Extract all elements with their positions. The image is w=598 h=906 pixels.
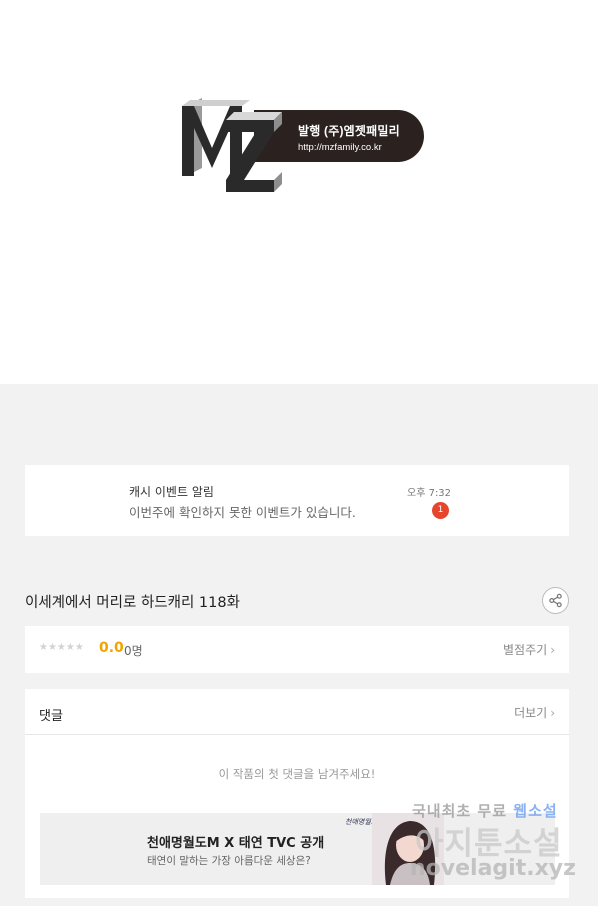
rating-card: ★★★★★ 0.0 0명 별점주기 › — [25, 626, 569, 673]
event-notice-card[interactable]: 캐시 이벤트 알림 오후 7:32 이번주에 확인하지 못한 이벤트가 있습니다… — [25, 465, 569, 536]
comments-more-label: 더보기 — [514, 706, 548, 720]
watermark-url: novelagit.xyz — [410, 856, 576, 881]
star-rating-icon: ★★★★★ — [39, 642, 84, 653]
chevron-right-icon: › — [550, 643, 555, 657]
rate-button-label: 별점주기 — [503, 643, 548, 657]
publisher-logo: 발행 (주)엠젯패밀리 http://mzfamily.co.kr — [182, 98, 424, 192]
rating-people-count: 0명 — [124, 644, 143, 658]
event-notice-title: 캐시 이벤트 알림 — [129, 485, 214, 499]
publisher-banner: 발행 (주)엠젯패밀리 http://mzfamily.co.kr — [0, 0, 598, 384]
event-notice-badge: 1 — [432, 502, 449, 519]
rate-button[interactable]: 별점주기 › — [503, 641, 555, 658]
ad-subtitle: 태연이 말하는 가장 아름다운 세상은? — [147, 855, 311, 867]
ad-title: 천애명월도M X 태연 TVC 공개 — [147, 836, 325, 851]
publisher-info: 발행 (주)엠젯패밀리 http://mzfamily.co.kr — [298, 122, 400, 153]
comments-title: 댓글 — [39, 709, 63, 724]
publisher-url: http://mzfamily.co.kr — [298, 142, 382, 153]
share-icon — [549, 593, 562, 608]
share-button[interactable] — [542, 587, 569, 614]
event-notice-time: 오후 7:32 — [407, 488, 452, 499]
mz-logo-icon — [182, 98, 282, 192]
chevron-right-icon: › — [550, 706, 555, 720]
episode-title: 이세계에서 머리로 하드캐리 118화 — [25, 595, 240, 611]
comments-empty-message: 이 작품의 첫 댓글을 남겨주세요! — [218, 767, 376, 781]
publisher-name: 발행 (주)엠젯패밀리 — [298, 124, 400, 138]
event-notice-message: 이번주에 확인하지 못한 이벤트가 있습니다. — [129, 505, 356, 520]
divider — [25, 734, 569, 735]
comments-more-button[interactable]: 더보기 › — [514, 704, 555, 721]
rating-score: 0.0 — [99, 640, 124, 656]
